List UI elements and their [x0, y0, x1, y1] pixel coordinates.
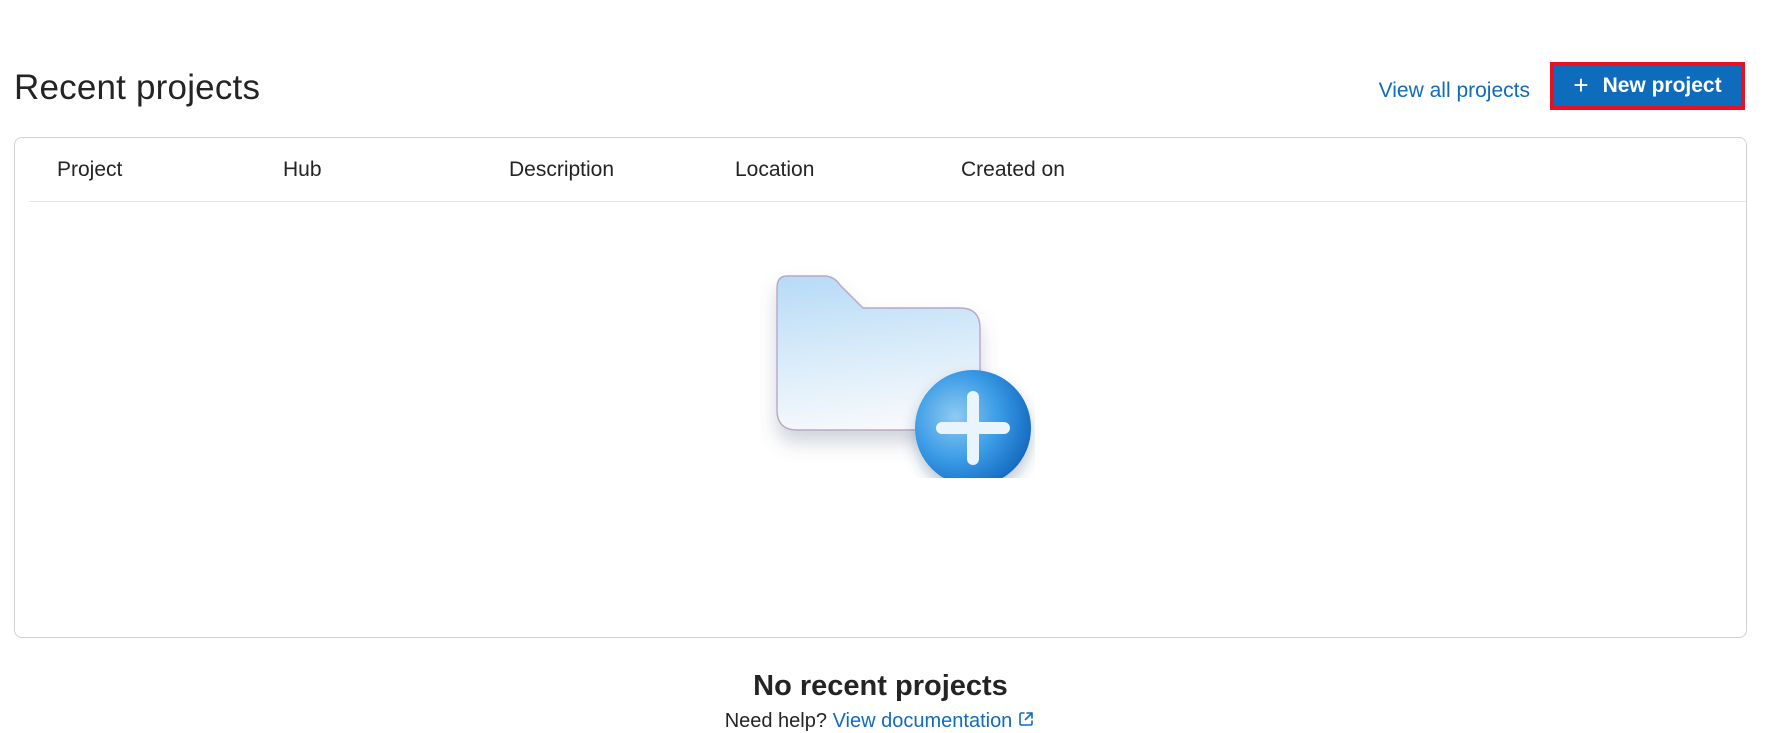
view-documentation-label: View documentation [832, 710, 1013, 732]
column-header-description[interactable]: Description [509, 158, 614, 182]
column-header-location[interactable]: Location [735, 158, 814, 182]
view-documentation-link[interactable]: View documentation [833, 710, 1037, 732]
view-all-projects-link[interactable]: View all projects [1379, 79, 1530, 103]
new-project-label: New project [1602, 74, 1722, 97]
projects-table-card: Project Hub Description Location Created… [14, 137, 1747, 732]
page-header: Recent projects View all projects + New … [14, 60, 1748, 120]
page-title: Recent projects [14, 68, 261, 107]
plus-icon: + [1573, 69, 1589, 100]
column-header-project[interactable]: Project [57, 158, 122, 182]
new-project-button[interactable]: + New project [1550, 62, 1745, 110]
empty-state: No recent projects Need help? View docum… [15, 258, 1746, 732]
external-link-icon [1019, 712, 1034, 726]
help-prefix: Need help? [724, 710, 827, 732]
empty-state-title: No recent projects [753, 670, 1008, 702]
folder-add-icon [776, 275, 1031, 478]
column-header-created-on[interactable]: Created on [961, 158, 1065, 182]
table-header-row: Project Hub Description Location Created… [29, 138, 1746, 202]
column-header-hub[interactable]: Hub [283, 158, 322, 182]
help-line: Need help? View documentation [15, 709, 1746, 733]
